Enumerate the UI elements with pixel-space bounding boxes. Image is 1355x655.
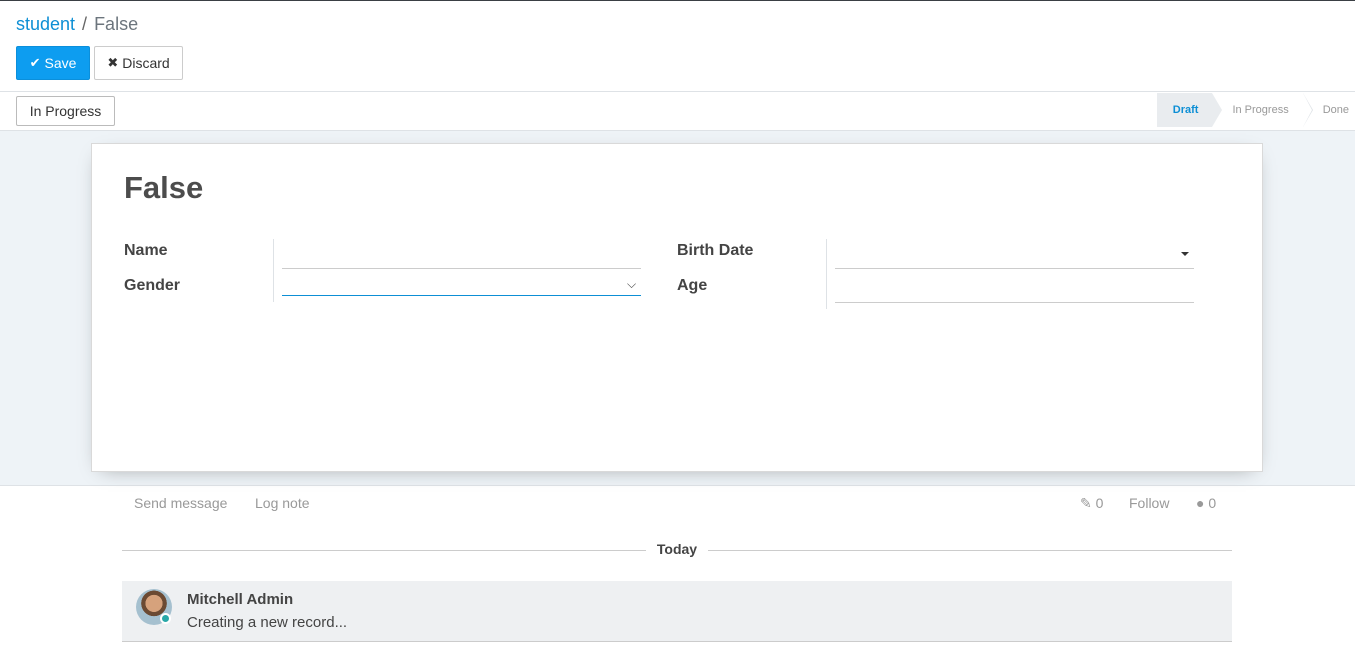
age-input-underline	[835, 302, 1194, 303]
label-divider-left	[273, 239, 274, 302]
date-separator-line-left	[122, 550, 646, 551]
gender-select[interactable]	[282, 270, 641, 296]
form-view: False Name Gender ⌵ Birth Date Age	[0, 131, 1355, 486]
breadcrumb: student / False	[16, 13, 138, 35]
form-sheet: False Name Gender ⌵ Birth Date Age	[91, 143, 1263, 472]
record-title: False	[124, 170, 204, 205]
message-author[interactable]: Mitchell Admin	[187, 590, 293, 609]
control-panel: student / False ✔ Save ✖ Discard	[0, 1, 1355, 92]
gender-label: Gender	[124, 277, 181, 294]
discard-button-label: Discard	[122, 55, 170, 71]
followers-count: 0	[1208, 495, 1217, 511]
age-label: Age	[677, 277, 708, 294]
check-icon: ✔	[29, 55, 41, 70]
status-bar: In Progress Draft In Progress Done	[0, 92, 1355, 131]
attachments-count: 0	[1095, 495, 1104, 511]
log-note-button[interactable]: Log note	[255, 494, 310, 512]
save-button[interactable]: ✔ Save	[16, 46, 90, 80]
stage-draft[interactable]: Draft	[1156, 93, 1223, 127]
date-separator-label: Today	[656, 541, 698, 557]
send-message-button[interactable]: Send message	[134, 494, 227, 512]
breadcrumb-current: False	[94, 14, 139, 34]
breadcrumb-parent-link[interactable]: student	[16, 14, 75, 34]
caret-down-icon[interactable]	[1181, 252, 1189, 256]
chatter-message: Mitchell Admin Creating a new record...	[122, 581, 1232, 642]
name-input[interactable]	[282, 242, 641, 268]
stage-in-progress[interactable]: In Progress	[1212, 93, 1313, 127]
age-input[interactable]	[835, 276, 1194, 302]
birth-date-input[interactable]	[835, 242, 1194, 268]
breadcrumb-separator: /	[82, 14, 88, 34]
followers-button[interactable]: ● 0	[1196, 494, 1216, 512]
discard-button[interactable]: ✖ Discard	[94, 46, 183, 80]
close-icon: ✖	[107, 55, 119, 70]
online-status-icon	[160, 613, 171, 624]
date-separator: Today	[122, 540, 1232, 560]
birth-date-underline	[835, 268, 1194, 269]
gender-select-underline	[282, 295, 641, 296]
in-progress-button[interactable]: In Progress	[16, 96, 115, 126]
message-body: Creating a new record...	[187, 614, 348, 631]
user-icon: ●	[1196, 495, 1205, 511]
birth-date-label: Birth Date	[677, 242, 754, 259]
name-input-underline	[282, 268, 641, 269]
follow-button[interactable]: Follow	[1129, 494, 1169, 512]
stage-pipeline: Draft In Progress Done	[1156, 93, 1355, 127]
save-button-label: Save	[44, 55, 77, 71]
name-label: Name	[124, 242, 168, 259]
attachments-button[interactable]: ✎ 0	[1080, 494, 1103, 512]
chevron-down-icon: ⌵	[627, 277, 637, 291]
label-divider-right	[826, 239, 827, 309]
date-separator-line-right	[708, 550, 1232, 551]
paperclip-icon: ✎	[1080, 495, 1092, 511]
